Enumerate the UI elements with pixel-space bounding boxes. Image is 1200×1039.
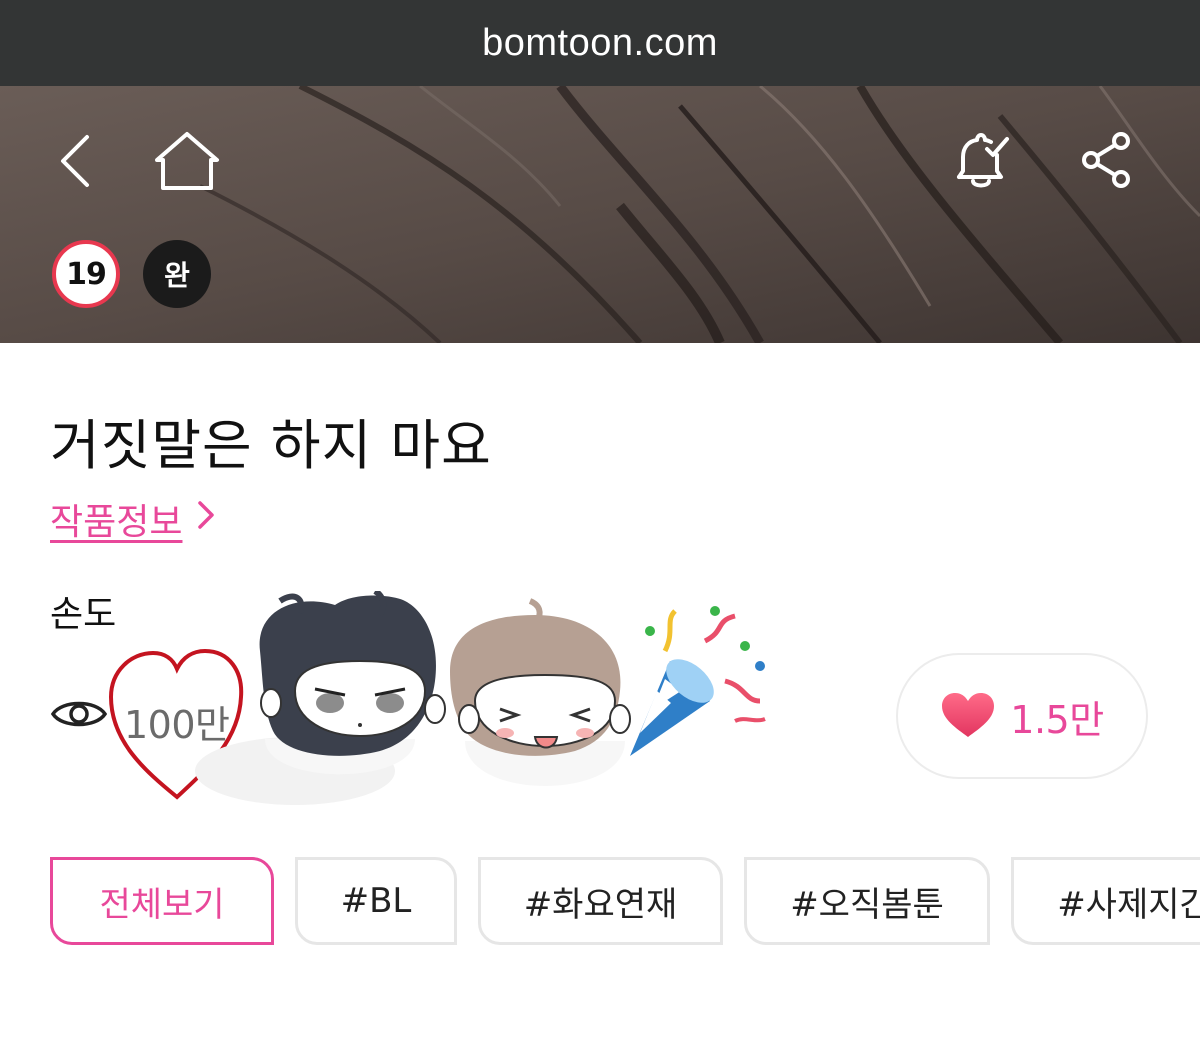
tag-label: #화요연재 xyxy=(523,884,678,925)
work-info-label: 작품정보 xyxy=(50,502,183,543)
tag-label: 전체보기 xyxy=(99,884,225,925)
tag-label: #오직봄툰 xyxy=(790,884,944,925)
age-rating-badge: 19 xyxy=(52,240,120,308)
age-rating-text: 19 xyxy=(66,256,107,292)
tag-all[interactable]: 전체보기 xyxy=(50,857,274,945)
share-icon xyxy=(1082,132,1130,188)
bell-check-icon xyxy=(957,133,1009,188)
tag-teacher-student[interactable]: #사제지간 xyxy=(1011,857,1200,945)
completed-text: 완 xyxy=(164,259,190,292)
chevron-right-icon xyxy=(196,499,216,540)
eye-icon xyxy=(50,701,108,727)
home-icon xyxy=(155,132,219,190)
tag-label: #BL xyxy=(340,881,412,921)
work-info-panel: 거짓말은 하지 마요 작품정보 손도 100만 1.5만 전체보기 #BL #화… xyxy=(0,343,1200,1039)
share-button[interactable] xyxy=(1080,130,1134,190)
heart-icon xyxy=(942,693,995,737)
hero-banner: 19 완 xyxy=(0,86,1200,343)
like-button[interactable]: 1.5만 xyxy=(896,653,1148,779)
work-info-link[interactable]: 작품정보 xyxy=(50,493,216,545)
back-button[interactable] xyxy=(50,126,100,196)
tag-list: 전체보기 #BL #화요연재 #오직봄툰 #사제지간 xyxy=(50,857,1200,949)
chevron-left-icon xyxy=(61,135,89,187)
url-text: bomtoon.com xyxy=(482,21,718,64)
view-count-text: 100만 xyxy=(124,703,230,747)
completed-badge: 완 xyxy=(143,240,211,308)
tag-label: #사제지간 xyxy=(1057,884,1200,925)
home-button[interactable] xyxy=(152,128,222,194)
like-count: 1.5만 xyxy=(1010,697,1104,742)
tag-bomtoon-only[interactable]: #오직봄툰 xyxy=(744,857,990,945)
work-title: 거짓말은 하지 마요 xyxy=(50,414,492,477)
url-bar[interactable]: bomtoon.com xyxy=(0,0,1200,86)
view-count xyxy=(50,693,108,735)
tag-tuesday-serial[interactable]: #화요연재 xyxy=(478,857,723,945)
tag-bl[interactable]: #BL xyxy=(295,857,457,945)
notification-button[interactable] xyxy=(948,128,1012,196)
